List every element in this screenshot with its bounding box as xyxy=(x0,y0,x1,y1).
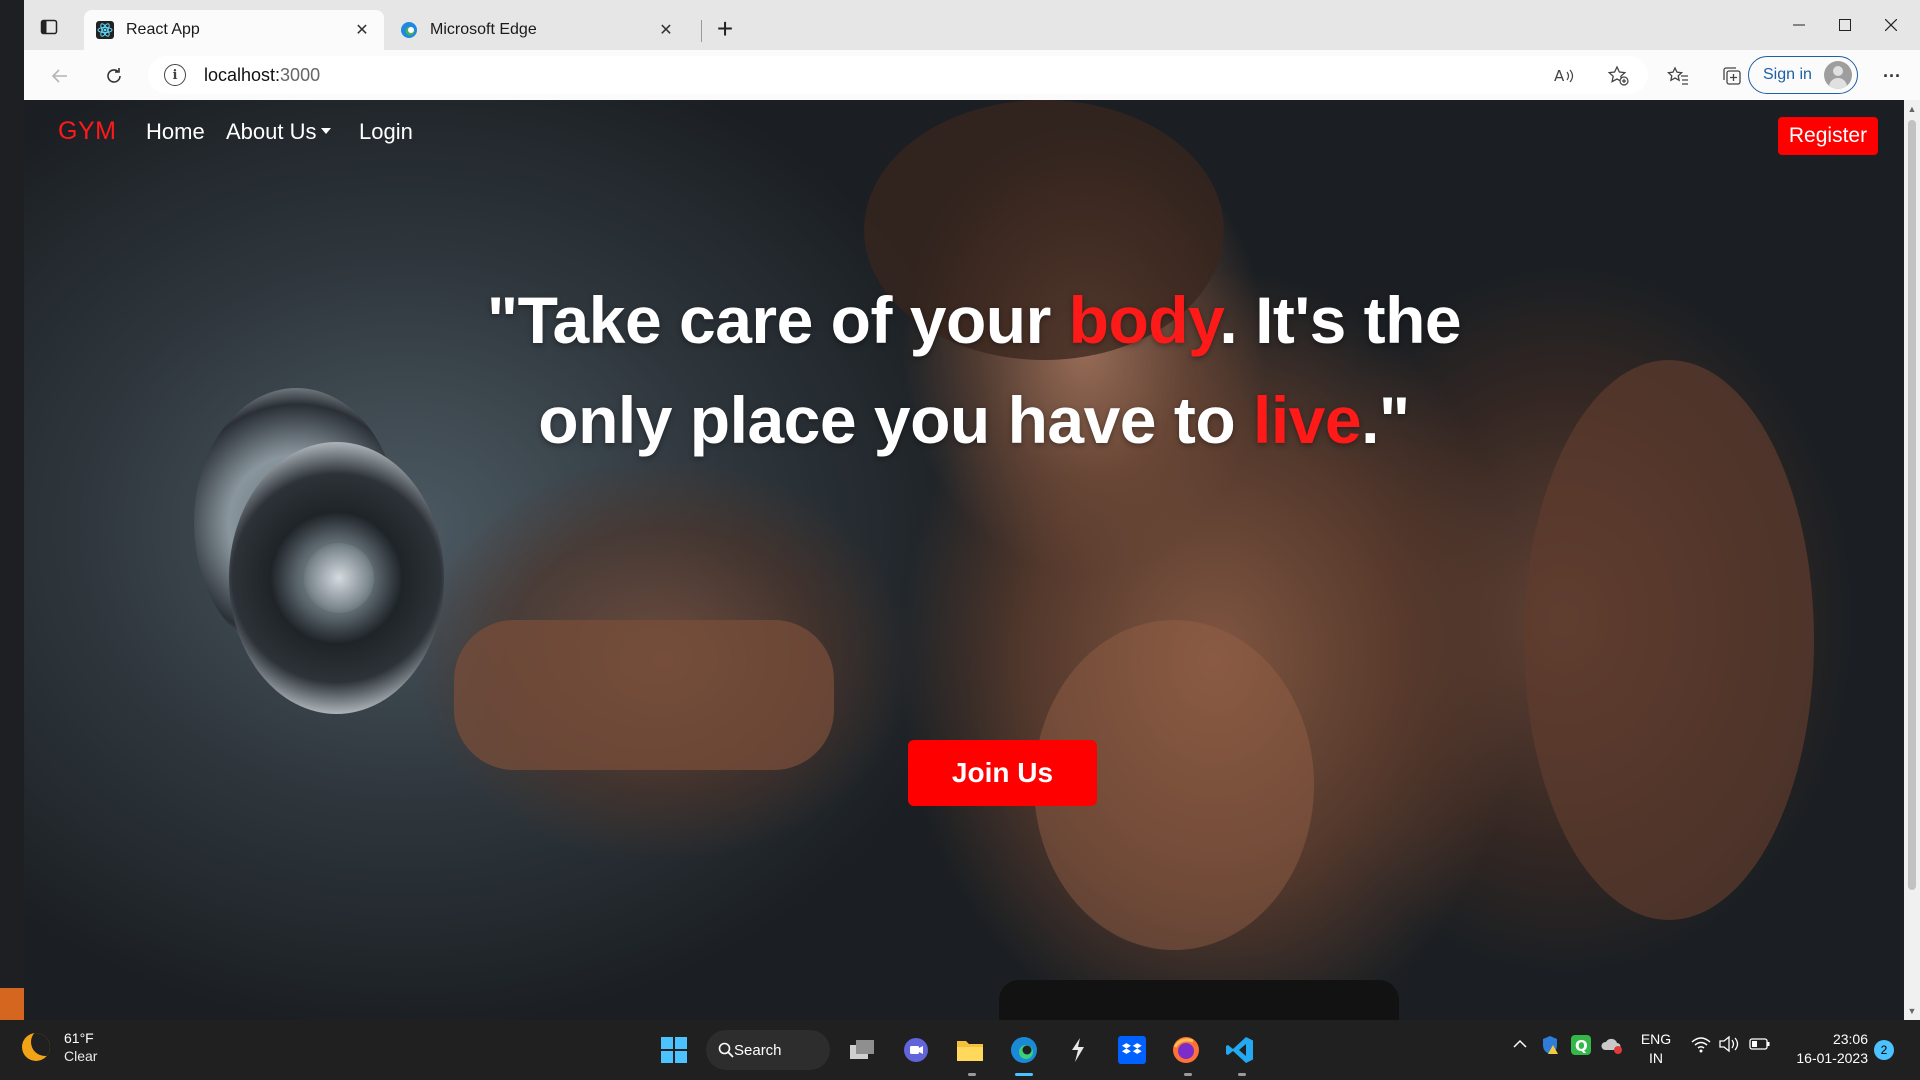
hero-right-arm-shape xyxy=(1524,360,1814,920)
site-info-icon[interactable]: i xyxy=(164,64,186,86)
nav-home-label: Home xyxy=(146,119,205,144)
firefox-icon[interactable] xyxy=(1168,1032,1204,1068)
notification-badge[interactable]: 2 xyxy=(1874,1040,1894,1060)
teams-chat-icon[interactable] xyxy=(898,1032,934,1068)
more-options-icon[interactable]: ··· xyxy=(1876,60,1908,92)
tab-actions-icon[interactable] xyxy=(34,12,64,42)
clock[interactable]: 23:06 16-01-2023 xyxy=(1788,1030,1868,1068)
address-bar[interactable]: i localhost: 3000 xyxy=(148,56,1648,94)
browser-window: React App ✕ Microsoft Edge ✕ + i localho… xyxy=(24,0,1920,1020)
close-window-icon[interactable] xyxy=(1868,10,1914,40)
moon-icon xyxy=(22,1033,50,1061)
brand-logo[interactable]: GYM xyxy=(58,117,116,146)
collections-icon[interactable] xyxy=(1716,60,1748,92)
scrollbar-thumb[interactable] xyxy=(1908,120,1916,890)
taskbar: 61°F Clear Search Q ENG IN 23:06 16-01-2… xyxy=(0,1020,1920,1080)
dropbox-icon[interactable] xyxy=(1114,1032,1150,1068)
edge-taskbar-icon[interactable] xyxy=(1006,1032,1042,1068)
scroll-up-icon[interactable]: ▲ xyxy=(1907,104,1917,114)
taskbar-search[interactable]: Search xyxy=(706,1030,830,1070)
tab-title: React App xyxy=(126,21,200,38)
svg-text:Q: Q xyxy=(1575,1037,1588,1055)
active-indicator xyxy=(1015,1073,1033,1076)
nav-login[interactable]: Login xyxy=(359,119,413,145)
dumbbell-hub xyxy=(304,543,374,613)
chevron-up-icon[interactable] xyxy=(1512,1036,1528,1052)
tab-react-app[interactable]: React App ✕ xyxy=(84,10,384,50)
task-view-icon[interactable] xyxy=(844,1032,880,1068)
sign-in-label: Sign in xyxy=(1763,66,1812,83)
lang-line1: ENG xyxy=(1640,1031,1672,1047)
desktop-background-strip xyxy=(0,0,24,1020)
tab-separator xyxy=(701,20,702,42)
register-button[interactable]: Register xyxy=(1778,117,1878,155)
join-us-button[interactable]: Join Us xyxy=(908,740,1097,806)
page-scrollbar[interactable]: ▲ ▼ xyxy=(1904,100,1920,1020)
battery-icon[interactable] xyxy=(1748,1034,1772,1057)
hero-quote-part1: "Take care of your xyxy=(486,283,1069,357)
refresh-icon[interactable] xyxy=(98,60,130,92)
vscode-icon[interactable] xyxy=(1222,1032,1258,1068)
clock-date: 16-01-2023 xyxy=(1796,1050,1868,1066)
hero-highlight-live: live xyxy=(1252,383,1362,457)
file-explorer-icon[interactable] xyxy=(952,1032,988,1068)
qbittorrent-icon[interactable]: Q xyxy=(1570,1034,1592,1059)
page-viewport: GYM Home About Us Login Register "Take c… xyxy=(24,100,1904,1020)
weather-temperature: 61°F xyxy=(64,1030,94,1046)
desktop-edge-accent xyxy=(0,988,24,1020)
onedrive-icon[interactable] xyxy=(1600,1034,1624,1059)
url-host: localhost: xyxy=(204,64,281,85)
new-tab-button[interactable]: + xyxy=(710,13,740,44)
clock-time: 23:06 xyxy=(1832,1031,1868,1047)
url-port: 3000 xyxy=(280,64,321,85)
volume-icon[interactable] xyxy=(1718,1034,1740,1057)
language-indicator[interactable]: ENG IN xyxy=(1638,1030,1674,1068)
address-bar-row: i localhost: 3000 A Sign in ··· xyxy=(24,50,1920,100)
running-indicator xyxy=(968,1073,976,1076)
hero-shorts-shape xyxy=(999,980,1399,1020)
close-tab-icon[interactable]: ✕ xyxy=(656,20,676,40)
close-tab-icon[interactable]: ✕ xyxy=(352,20,372,40)
nav-home[interactable]: Home xyxy=(146,119,205,145)
lang-line2: IN xyxy=(1649,1050,1663,1066)
profile-avatar-icon xyxy=(1824,61,1852,89)
react-icon xyxy=(96,21,114,39)
nav-about-us[interactable]: About Us xyxy=(226,119,331,145)
sign-in-button[interactable]: Sign in xyxy=(1748,56,1858,94)
nav-login-label: Login xyxy=(359,119,413,144)
wifi-icon[interactable] xyxy=(1690,1034,1712,1057)
add-favorite-icon[interactable] xyxy=(1602,60,1634,92)
minimize-icon[interactable] xyxy=(1776,10,1822,40)
read-aloud-icon[interactable]: A xyxy=(1548,60,1580,92)
hero-quote: "Take care of your body. It's the only p… xyxy=(424,270,1524,470)
terminal-app-icon[interactable] xyxy=(1060,1032,1096,1068)
running-indicator xyxy=(1184,1073,1192,1076)
hero-highlight-body: body xyxy=(1068,283,1220,357)
running-indicator xyxy=(1238,1073,1246,1076)
start-icon[interactable] xyxy=(656,1032,692,1068)
maximize-icon[interactable] xyxy=(1822,10,1868,40)
weather-widget[interactable]: 61°F Clear xyxy=(22,1029,97,1065)
edge-icon xyxy=(400,21,418,39)
chevron-down-icon xyxy=(320,128,331,135)
favorites-icon[interactable] xyxy=(1662,60,1694,92)
hero-forearm-shape xyxy=(454,620,834,770)
security-shield-icon[interactable] xyxy=(1540,1034,1562,1059)
tab-microsoft-edge[interactable]: Microsoft Edge ✕ xyxy=(388,10,688,50)
weather-condition: Clear xyxy=(64,1048,98,1064)
hero-quote-part3: ." xyxy=(1361,383,1410,457)
nav-about-label: About Us xyxy=(226,119,317,144)
scroll-down-icon[interactable]: ▼ xyxy=(1907,1006,1917,1016)
tab-strip: React App ✕ Microsoft Edge ✕ + xyxy=(24,0,1920,50)
search-label: Search xyxy=(734,1041,782,1059)
back-icon[interactable] xyxy=(44,60,76,92)
tab-title: Microsoft Edge xyxy=(430,21,537,38)
search-icon xyxy=(718,1042,734,1058)
svg-text:A: A xyxy=(1554,67,1565,85)
